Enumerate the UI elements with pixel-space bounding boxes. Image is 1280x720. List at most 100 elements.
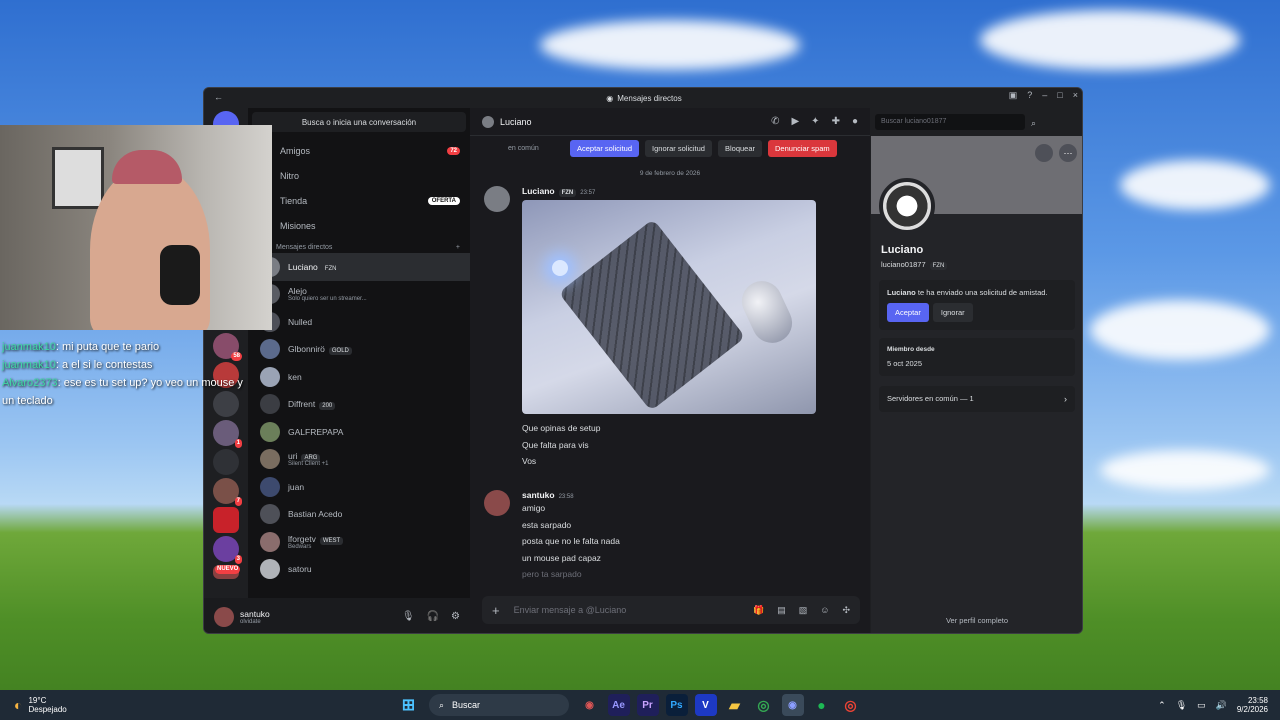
report-spam-button[interactable]: Denunciar spam: [768, 139, 837, 157]
dm-name: Glbonnirö: [288, 344, 325, 355]
attach-plus-icon[interactable]: +: [492, 603, 500, 618]
block-button[interactable]: Bloquear: [717, 139, 763, 157]
chrome-icon[interactable]: ◎: [753, 694, 775, 716]
microphone-icon[interactable]: 🎙: [1176, 700, 1187, 711]
network-icon[interactable]: ▭: [1197, 700, 1206, 711]
avatar[interactable]: [214, 606, 234, 627]
dm-item[interactable]: lforgetv WEST Bedwars: [248, 528, 470, 556]
avatar[interactable]: [484, 186, 510, 212]
settings-gear-icon[interactable]: ⚙: [451, 611, 460, 622]
dm-name: Bastian Acedo: [288, 509, 343, 520]
server-icon[interactable]: [213, 449, 239, 475]
app-icon[interactable]: ◉: [579, 694, 601, 716]
weather-widget[interactable]: ◐ 19°C Despejado: [14, 696, 394, 714]
dm-item[interactable]: Diffrent 200: [248, 391, 470, 419]
server-icon[interactable]: [213, 507, 239, 533]
help-icon[interactable]: ?: [1027, 90, 1032, 101]
nav-quests[interactable]: Misiones: [248, 213, 470, 238]
premiere-icon[interactable]: Pr: [636, 694, 659, 716]
dm-item[interactable]: Alejo Solo quiero ser un streamer...: [248, 281, 470, 309]
back-arrow-icon[interactable]: ←: [214, 92, 223, 102]
dm-item[interactable]: Glbonnirö GOLD: [248, 336, 470, 364]
photoshop-icon[interactable]: Ps: [665, 694, 688, 716]
spotify-icon[interactable]: ●: [811, 694, 833, 716]
gift-icon[interactable]: 🎁: [753, 605, 764, 616]
dm-section-header: Mensajes directos +: [248, 238, 470, 253]
avatar: [260, 476, 280, 497]
add-friends-icon[interactable]: ✚: [832, 116, 840, 127]
profile-name: Luciano: [881, 244, 924, 256]
member-since-label: Miembro desde: [887, 346, 935, 353]
dm-tag: 200: [319, 402, 336, 411]
headphones-icon[interactable]: 🎧: [427, 611, 439, 622]
dm-item[interactable]: ken: [248, 363, 470, 391]
start-button[interactable]: ⊞: [398, 694, 420, 716]
light-glow: [552, 260, 568, 276]
sticker-icon[interactable]: ▧: [799, 605, 808, 616]
minimize-button[interactable]: –: [1042, 90, 1047, 101]
volume-icon[interactable]: 🔊: [1216, 700, 1227, 711]
accept-request-button[interactable]: Aceptar solicitud: [570, 139, 640, 157]
chevron-right-icon: ›: [1064, 394, 1067, 404]
emoji-icon[interactable]: ☺: [820, 605, 829, 616]
discord-taskbar-icon[interactable]: ◉: [781, 694, 804, 716]
dm-search-button[interactable]: Busca o inicia una conversación: [252, 112, 466, 132]
dm-item[interactable]: Luciano FZN: [248, 253, 470, 281]
nav-nitro[interactable]: Nitro: [248, 163, 470, 188]
message-input[interactable]: Enviar mensaje a @Luciano: [514, 605, 627, 615]
dm-item[interactable]: uri ARG Silent Client +1: [248, 446, 470, 474]
server-icon[interactable]: 1: [213, 420, 242, 448]
view-full-profile-link[interactable]: Ver perfil completo: [871, 616, 1082, 625]
clock-time[interactable]: 23:58: [1237, 696, 1268, 705]
pin-icon[interactable]: ✦: [811, 116, 819, 127]
chat-search[interactable]: Buscar luciano01877 ⌕: [871, 108, 1082, 136]
inbox-icon[interactable]: ▣: [1009, 90, 1018, 101]
dm-tag: WEST: [319, 536, 344, 545]
author-name[interactable]: santuko: [522, 490, 555, 500]
server-icon[interactable]: 7: [213, 478, 242, 506]
dm-item[interactable]: GALFREPAPA: [248, 418, 470, 446]
weather-temp: 19°C: [28, 696, 47, 705]
gif-icon[interactable]: ▤: [777, 605, 786, 616]
chevron-up-icon[interactable]: ⌃: [1158, 700, 1166, 711]
file-explorer-icon[interactable]: ▰: [724, 694, 746, 716]
author-name[interactable]: Luciano: [522, 186, 555, 196]
vegas-icon[interactable]: V: [694, 694, 717, 716]
video-call-icon[interactable]: ▶: [791, 116, 799, 127]
voice-call-icon[interactable]: ✆: [771, 116, 779, 127]
taskbar-search[interactable]: ⌕ Buscar: [429, 694, 569, 716]
dm-item[interactable]: Bastian Acedo: [248, 501, 470, 529]
apps-icon[interactable]: ✣: [842, 605, 850, 616]
search-icon[interactable]: ⌕: [1025, 114, 1042, 130]
nav-friends[interactable]: Amigos 72: [248, 138, 470, 163]
ignore-request-button[interactable]: Ignorar solicitud: [645, 139, 712, 157]
mutual-servers-row[interactable]: Servidores en común — 1 ›: [879, 386, 1075, 412]
clock-date[interactable]: 9/2/2026: [1237, 705, 1268, 714]
server-icon[interactable]: NUEVO: [213, 565, 241, 579]
more-options-icon[interactable]: ⋯: [1059, 144, 1077, 162]
profile-icon[interactable]: ●: [852, 116, 858, 127]
nav-label: Nitro: [280, 170, 300, 181]
nav-shop[interactable]: Tienda OFERTA: [248, 188, 470, 213]
close-button[interactable]: ×: [1073, 90, 1078, 101]
dm-item[interactable]: Nulled: [248, 308, 470, 336]
ignore-button[interactable]: Ignorar: [932, 303, 973, 322]
accept-button[interactable]: Aceptar: [887, 303, 929, 322]
dm-item[interactable]: juan: [248, 473, 470, 501]
microphone-icon[interactable]: 🎙: [402, 611, 415, 622]
dm-tag: FZN: [321, 264, 340, 273]
avatar[interactable]: [484, 490, 510, 516]
request-text: Luciano te ha enviado una solicitud de a…: [887, 288, 1067, 297]
search-input[interactable]: Buscar luciano01877: [875, 114, 1025, 130]
new-dm-plus-icon[interactable]: +: [456, 244, 460, 251]
dm-item[interactable]: satoru: [248, 556, 470, 584]
server-icon[interactable]: 3: [213, 536, 242, 564]
avatar: [482, 115, 494, 128]
profile-username: luciano01877 FZN: [881, 260, 948, 270]
image-attachment[interactable]: [522, 200, 816, 414]
after-effects-icon[interactable]: Ae: [607, 694, 630, 716]
chrome-icon[interactable]: ◎: [840, 694, 862, 716]
add-friend-icon[interactable]: [1035, 144, 1053, 162]
maximize-button[interactable]: □: [1057, 90, 1062, 101]
dm-name: GALFREPAPA: [288, 426, 344, 437]
